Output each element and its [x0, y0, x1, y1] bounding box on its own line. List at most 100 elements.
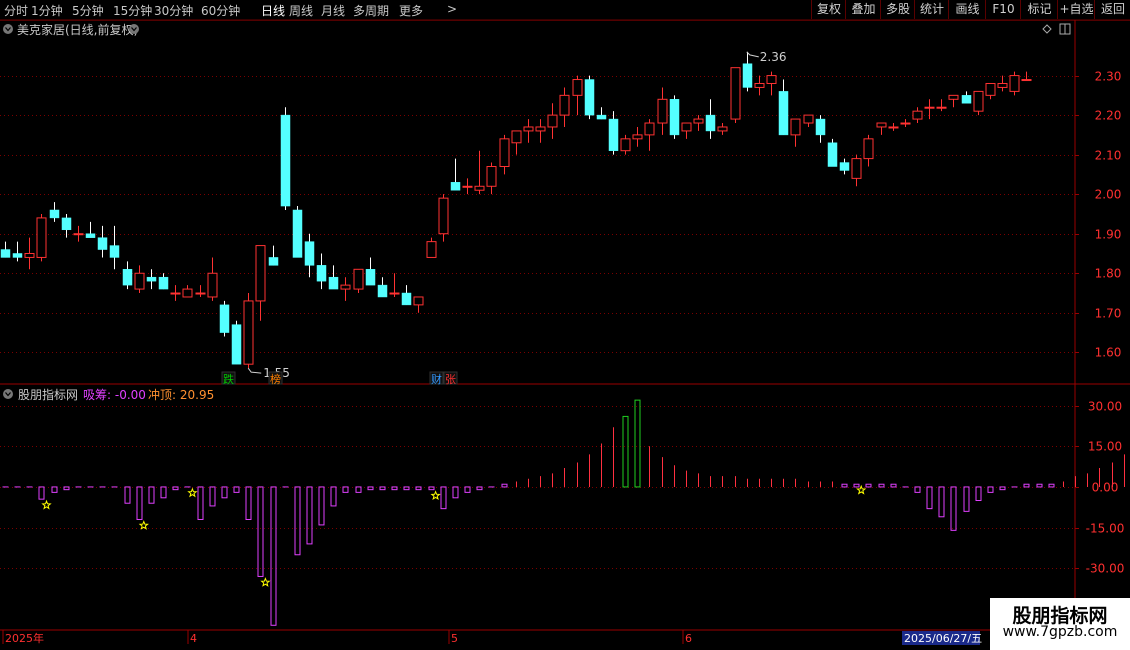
candle — [717, 123, 728, 135]
candle-body — [547, 114, 558, 128]
candle — [839, 158, 850, 175]
candle — [827, 138, 838, 167]
time-axis-label: 4 — [190, 632, 197, 645]
candle-body — [340, 284, 351, 290]
indicator-bar — [160, 486, 167, 499]
candle — [146, 269, 157, 290]
candle — [85, 221, 96, 238]
indicator-bar — [197, 486, 204, 520]
candle-body — [146, 276, 157, 282]
candle-body — [122, 269, 133, 286]
candle — [36, 213, 47, 262]
candle — [961, 91, 972, 104]
candle-body — [24, 252, 35, 258]
candle-body — [669, 99, 680, 136]
candle — [863, 134, 874, 167]
chevron-down-icon[interactable] — [129, 24, 139, 34]
candle-body — [742, 63, 753, 88]
indicator-bar — [890, 483, 897, 488]
candle-body — [693, 118, 704, 124]
candle-body — [12, 253, 23, 258]
chevron-down-icon[interactable] — [3, 389, 13, 399]
candle — [778, 79, 789, 136]
candle — [1021, 71, 1032, 82]
candle — [790, 118, 801, 147]
candle — [644, 119, 655, 151]
candle — [413, 296, 424, 313]
candle-body — [304, 241, 315, 266]
candle-body — [426, 241, 437, 258]
candle — [474, 150, 485, 195]
candle-body — [632, 134, 643, 140]
candle — [97, 225, 108, 258]
indicator-bar — [428, 486, 435, 491]
candle — [195, 285, 206, 297]
candle-body — [389, 292, 400, 295]
indicator-bar — [853, 483, 860, 488]
high-marker-arrow — [746, 51, 759, 58]
candle-body — [717, 126, 728, 132]
high-marker-label: 2.36 — [760, 50, 787, 64]
candle — [353, 268, 364, 294]
candle — [1009, 71, 1020, 96]
candle — [170, 285, 181, 301]
candle-body — [584, 79, 595, 116]
candle — [535, 119, 546, 143]
candle-body — [778, 91, 789, 136]
indicator-bar — [63, 486, 70, 491]
candle — [61, 213, 72, 238]
time-axis-label: 6 — [685, 632, 692, 645]
candle-body — [644, 122, 655, 136]
candle-body — [268, 257, 279, 266]
candle — [754, 75, 765, 96]
candle — [401, 285, 412, 306]
indicator-bar — [440, 486, 447, 510]
candle-body — [0, 249, 11, 258]
price-tick-label: 2.20 — [1095, 109, 1122, 123]
candle — [876, 122, 887, 135]
star-icon — [260, 577, 271, 587]
time-axis-label: 5 — [451, 632, 458, 645]
indicator-bar — [172, 486, 179, 491]
candle — [851, 154, 862, 187]
indicator-bar — [330, 486, 337, 507]
candle — [12, 241, 23, 262]
event-badge-label: 财 — [431, 372, 442, 386]
candle-body — [401, 292, 412, 306]
main-panel-title: 美克家居(日线,前复权) — [17, 22, 138, 37]
candle-body — [815, 118, 826, 136]
candle — [632, 126, 643, 147]
event-badge-label: 榜 — [270, 372, 281, 386]
candle — [523, 119, 534, 143]
candle — [499, 134, 510, 175]
indicator-bar — [257, 486, 264, 577]
candle-body — [985, 82, 996, 96]
diamond-icon[interactable] — [1042, 24, 1052, 34]
candle — [122, 261, 133, 290]
time-axis-label: 2025年 — [5, 631, 44, 645]
indicator-bar — [270, 486, 277, 626]
candle-body — [499, 138, 510, 168]
chart-canvas: 1.60 1.70 1.80 1.90 2.00 2.10 2.20 2.30 30.00 15.… — [0, 19, 1130, 650]
indicator-tick-label: -15.00 — [1086, 522, 1125, 536]
indicator-tick-label: 30.00 — [1088, 400, 1122, 414]
candle — [24, 237, 35, 270]
chevron-down-icon[interactable] — [3, 24, 13, 34]
indicator-bar — [476, 486, 483, 491]
candle — [219, 300, 230, 337]
candle-body — [1021, 79, 1032, 82]
indicator-label-peak: 冲顶: 20.95 — [148, 387, 214, 402]
candle-body — [49, 209, 60, 219]
indicator-bar — [501, 483, 508, 488]
candle-body — [462, 185, 473, 188]
candle-body — [900, 122, 911, 125]
candle-body — [559, 94, 570, 116]
candle — [182, 285, 193, 298]
candle — [0, 241, 11, 258]
candle — [73, 225, 84, 242]
indicator-bar — [963, 486, 970, 512]
candle — [693, 115, 704, 131]
candle-body — [657, 98, 668, 124]
candle-body — [1009, 75, 1020, 92]
candle-body — [219, 304, 230, 333]
